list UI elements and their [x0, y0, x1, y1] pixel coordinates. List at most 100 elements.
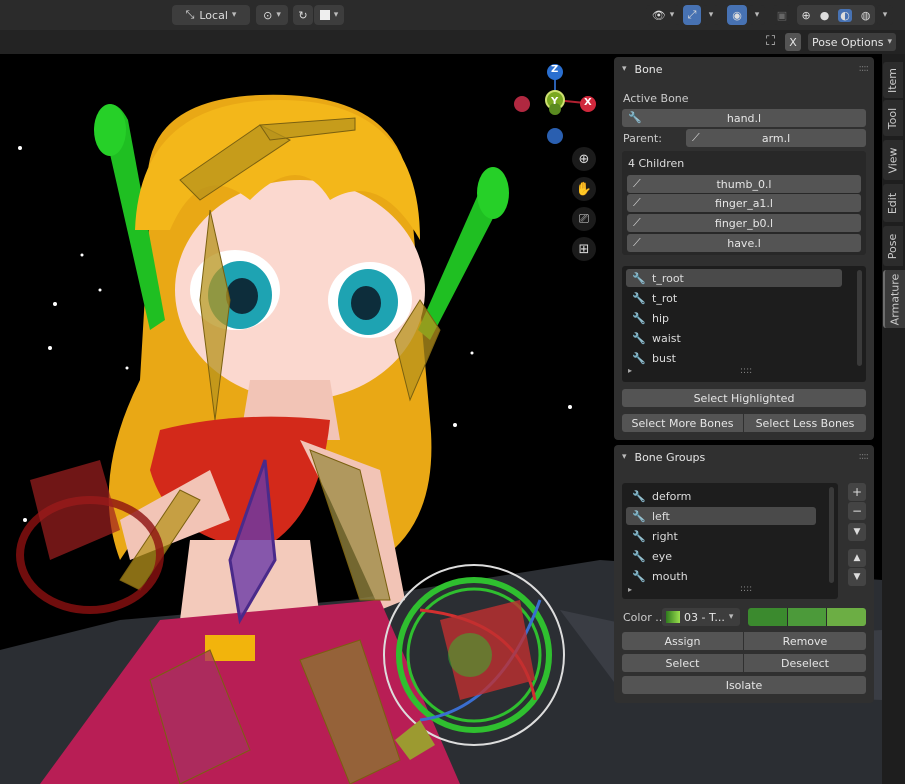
resize-grip-icon[interactable]: ::::	[740, 584, 752, 594]
tab-pose[interactable]: Pose	[883, 226, 903, 266]
group-bone-icon: 🔧	[632, 509, 646, 523]
select-highlighted-button[interactable]: Select Highlighted	[622, 389, 866, 407]
list-item[interactable]: 🔧 mouth	[626, 567, 816, 585]
bone-groups-panel: ▾ Bone Groups :::: 🔧 deform 🔧 left 🔧 right …	[614, 445, 874, 703]
children-box: 4 Children ⟋ thumb_0.l ⟋ finger_a1.l ⟋ fing…	[622, 151, 866, 255]
pan-hand-icon[interactable]: ✋	[572, 177, 596, 201]
list-item[interactable]: 🔧 right	[626, 527, 816, 545]
gizmo-dropdown[interactable]: ▾	[703, 5, 719, 25]
gizmo-x-label: X	[584, 97, 592, 108]
bone-icon: 🔧	[632, 271, 646, 285]
visibility-dropdown[interactable]: 👁 ▾	[646, 5, 680, 25]
solid-shading-icon[interactable]: ●	[820, 9, 830, 22]
child-bone-label: thumb_0.l	[716, 177, 772, 191]
drag-handle-icon[interactable]: ::::	[859, 63, 870, 74]
x-mirror-label: X	[789, 35, 797, 49]
pose-options-dropdown[interactable]: Pose Options ▾	[808, 33, 896, 51]
remove-button[interactable]: Remove	[744, 632, 866, 650]
list-item[interactable]: 🔧 deform	[626, 487, 816, 505]
select-more-bones-button[interactable]: Select More Bones	[622, 414, 743, 432]
drag-handle-icon[interactable]: ::::	[859, 451, 870, 462]
assign-button[interactable]: Assign	[622, 632, 743, 650]
tab-edit[interactable]: Edit	[883, 184, 903, 222]
chevron-down-icon: ▾	[708, 10, 714, 20]
select-button[interactable]: Select	[622, 654, 743, 672]
list-item[interactable]: 🔧 hip	[626, 309, 816, 327]
tab-item[interactable]: Item	[883, 62, 903, 98]
scrollbar[interactable]	[829, 487, 834, 583]
chevron-down-icon: ▾	[669, 10, 675, 20]
shading-dropdown[interactable]: ▾	[877, 5, 893, 25]
camera-icon[interactable]: ⎚	[572, 207, 596, 231]
child-bone-item[interactable]: ⟋ thumb_0.l	[627, 175, 861, 193]
pivot-point-dropdown[interactable]: ⊙ ▾	[256, 5, 288, 25]
shading-mode-group: ⊕ ● ◐ ◍	[797, 5, 875, 25]
zoom-icon[interactable]: ⊕	[572, 147, 596, 171]
isolate-label: Isolate	[725, 678, 763, 692]
square-icon	[319, 10, 330, 20]
deselect-button[interactable]: Deselect	[744, 654, 866, 672]
color-set-dropdown[interactable]: 03 - T... ▾	[662, 608, 740, 626]
tab-label: Edit	[886, 192, 900, 214]
list-item-label: left	[652, 509, 670, 523]
snap-toggle[interactable]: ↻	[293, 5, 313, 25]
snap-target-dropdown[interactable]: ▾	[314, 5, 344, 25]
mirror-icon[interactable]: ⛶	[766, 34, 775, 49]
list-item[interactable]: 🔧 eye	[626, 547, 816, 565]
resize-grip-icon[interactable]: ::::	[740, 366, 752, 376]
bone-groups-list[interactable]: 🔧 deform 🔧 left 🔧 right 🔧 eye 🔧 mouth ▸ ::::	[622, 483, 838, 599]
chevron-down-icon: ▾	[887, 37, 892, 47]
material-shading-icon[interactable]: ◐	[838, 8, 852, 22]
list-item[interactable]: 🔧 left	[626, 507, 816, 525]
normal-color-swatch[interactable]	[748, 608, 787, 626]
tab-view[interactable]: View	[883, 140, 903, 180]
deselect-label: Deselect	[781, 656, 829, 670]
list-item[interactable]: 🔧 t_rot	[626, 289, 816, 307]
child-bone-item[interactable]: ⟋ have.l	[627, 234, 861, 252]
tab-tool[interactable]: Tool	[883, 100, 903, 136]
list-item[interactable]: 🔧 bust	[626, 349, 816, 367]
chevron-down-icon: ▾	[754, 10, 760, 20]
child-bone-label: finger_a1.l	[715, 196, 773, 210]
isolate-button[interactable]: Isolate	[622, 676, 866, 694]
list-item-label: t_rot	[652, 291, 678, 305]
select-less-bones-button[interactable]: Select Less Bones	[744, 414, 866, 432]
overlays-toggle[interactable]: ◉	[727, 5, 747, 25]
group-specials-dropdown[interactable]: ▼	[848, 523, 866, 541]
select-color-swatch[interactable]	[786, 608, 827, 626]
bone-list[interactable]: 🔧 t_root 🔧 t_rot 🔧 hip 🔧 waist 🔧 bust ▸ ::::	[622, 266, 866, 382]
active-color-swatch[interactable]	[826, 608, 866, 626]
grid-perspective-icon[interactable]: ⊞	[572, 237, 596, 261]
list-item[interactable]: 🔧 waist	[626, 329, 816, 347]
list-item-label: bust	[652, 351, 676, 365]
add-group-button[interactable]: +	[848, 483, 866, 501]
select-label: Select	[665, 656, 700, 670]
move-down-button[interactable]: ▼	[848, 568, 866, 586]
tab-armature[interactable]: Armature	[883, 270, 905, 328]
group-bone-icon: 🔧	[632, 569, 646, 583]
child-bone-item[interactable]: ⟋ finger_a1.l	[627, 194, 861, 212]
child-bone-item[interactable]: ⟋ finger_b0.l	[627, 214, 861, 232]
expand-triangle-icon[interactable]: ▸	[628, 366, 632, 375]
arrow-up-icon: ▲	[853, 553, 861, 563]
overlays-dropdown[interactable]: ▾	[749, 5, 765, 25]
assign-label: Assign	[664, 634, 701, 648]
wireframe-shading-icon[interactable]: ⊕	[801, 9, 810, 22]
bone-panel-header[interactable]: ▾ Bone	[614, 57, 874, 81]
x-mirror-toggle[interactable]: X	[785, 33, 801, 51]
parent-bone-field[interactable]: ⟋ arm.l	[686, 129, 866, 147]
gizmo-toggle[interactable]: ⤢	[683, 5, 701, 25]
move-up-button[interactable]: ▲	[848, 549, 866, 567]
scrollbar[interactable]	[857, 270, 862, 366]
bone-icon: 🔧	[632, 291, 646, 305]
bone-groups-header[interactable]: ▾ Bone Groups	[614, 445, 874, 469]
bone-icon: 🔧	[628, 111, 642, 124]
rendered-shading-icon[interactable]: ◍	[861, 9, 871, 22]
remove-group-button[interactable]: −	[848, 502, 866, 520]
xray-toggle[interactable]: ▣	[773, 5, 791, 25]
list-item[interactable]: 🔧 t_root	[626, 269, 842, 287]
transform-orientation-dropdown[interactable]: ⤡ Local ▾	[172, 5, 250, 25]
active-bone-field[interactable]: 🔧 hand.l	[622, 109, 866, 127]
list-item-label: hip	[652, 311, 670, 325]
expand-triangle-icon[interactable]: ▸	[628, 585, 632, 594]
